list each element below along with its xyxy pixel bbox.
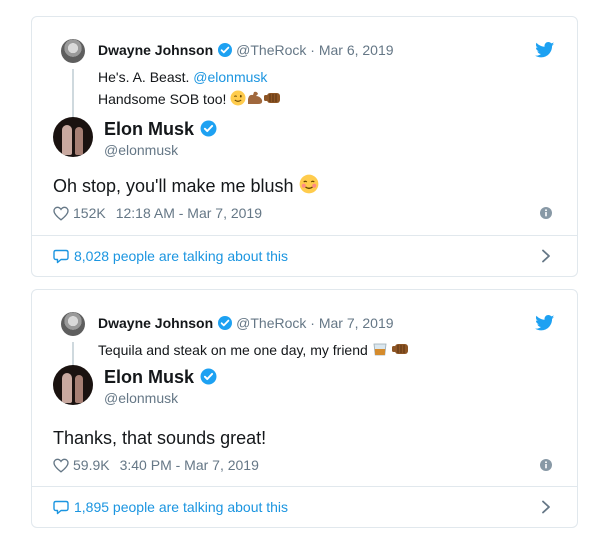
tweet-text-content: Oh stop, you'll make me blush: [53, 176, 299, 196]
info-icon[interactable]: [540, 459, 552, 471]
oncoming-fist-icon: [264, 93, 281, 103]
tweet-text: Thanks, that sounds great!: [53, 426, 266, 450]
tweet-date[interactable]: Mar 6, 2019: [319, 42, 394, 58]
tweet-timestamp[interactable]: 12:18 AM - Mar 7, 2019: [116, 205, 262, 221]
info-icon[interactable]: [540, 207, 552, 219]
talking-count-label[interactable]: 8,028 people are talking about this: [74, 248, 288, 264]
oncoming-fist-icon: [391, 344, 408, 354]
heart-icon[interactable]: [53, 206, 69, 221]
comment-bubble-icon: [53, 249, 69, 264]
parent-header: Dwayne Johnson @TheRock · Mar 6, 2019: [98, 41, 394, 59]
mention-link[interactable]: @elonmusk: [193, 69, 267, 85]
verified-badge-icon: [200, 120, 217, 137]
talking-about-link[interactable]: 8,028 people are talking about this: [53, 247, 288, 265]
author-handle[interactable]: @elonmusk: [104, 389, 178, 407]
comment-bubble-icon: [53, 500, 69, 515]
talking-count-label[interactable]: 1,895 people are talking about this: [74, 499, 288, 515]
author-name[interactable]: Dwayne Johnson: [98, 42, 213, 58]
tweet-timestamp[interactable]: 3:40 PM - Mar 7, 2019: [120, 457, 259, 473]
smiling-blushing-face-icon: [299, 174, 318, 194]
embedded-tweet-card[interactable]: Dwayne Johnson @TheRock · Mar 6, 2019 He'…: [31, 16, 578, 277]
verified-badge-icon: [218, 43, 233, 57]
tweet-meta: 152K 12:18 AM - Mar 7, 2019: [53, 204, 262, 222]
tweet-text: Oh stop, you'll make me blush: [53, 174, 319, 198]
parent-header: Dwayne Johnson @TheRock · Mar 7, 2019: [98, 314, 394, 332]
talking-about-link[interactable]: 1,895 people are talking about this: [53, 498, 288, 516]
separator-dot: ·: [310, 42, 315, 58]
avatar[interactable]: [61, 39, 85, 63]
parent-text: Tequila and steak on me one day, my frie…: [98, 339, 410, 361]
winking-face-icon: [230, 90, 246, 106]
tweet-text-content: Thanks, that sounds great!: [53, 428, 267, 448]
author-name[interactable]: Elon Musk: [104, 367, 194, 387]
conversation-footer[interactable]: 8,028 people are talking about this: [32, 235, 577, 276]
avatar[interactable]: [53, 117, 93, 157]
flexed-biceps-icon: [248, 91, 263, 104]
tweet-date[interactable]: Mar 7, 2019: [319, 315, 394, 331]
tweet-text-line: He's. A. Beast.: [98, 69, 194, 85]
verified-badge-icon: [218, 316, 233, 330]
author-name[interactable]: Elon Musk: [104, 119, 194, 139]
parent-text: He's. A. Beast. @elonmusk Handsome SOB t…: [98, 66, 282, 110]
separator-dot: ·: [310, 315, 315, 331]
avatar[interactable]: [61, 312, 85, 336]
verified-badge-icon: [200, 368, 217, 385]
conversation-footer[interactable]: 1,895 people are talking about this: [32, 486, 577, 527]
tweet-meta: 59.9K 3:40 PM - Mar 7, 2019: [53, 456, 259, 474]
tweet-text-line: Handsome SOB too!: [98, 91, 231, 107]
heart-icon[interactable]: [53, 458, 69, 473]
tumbler-glass-icon: [373, 343, 387, 356]
chevron-right-icon[interactable]: [541, 500, 551, 514]
twitter-bird-icon[interactable]: [535, 315, 555, 331]
author-handle[interactable]: @TheRock: [236, 42, 306, 58]
chevron-right-icon[interactable]: [541, 249, 551, 263]
author-name[interactable]: Dwayne Johnson: [98, 315, 213, 331]
author-handle[interactable]: @TheRock: [236, 315, 306, 331]
embedded-tweet-card[interactable]: Dwayne Johnson @TheRock · Mar 7, 2019 Teq…: [31, 289, 578, 528]
like-count[interactable]: 152K: [73, 205, 106, 221]
tweet-text-line: Tequila and steak on me one day, my frie…: [98, 342, 372, 358]
twitter-bird-icon[interactable]: [535, 42, 555, 58]
like-count[interactable]: 59.9K: [73, 457, 110, 473]
author-handle[interactable]: @elonmusk: [104, 141, 178, 159]
avatar[interactable]: [53, 365, 93, 405]
